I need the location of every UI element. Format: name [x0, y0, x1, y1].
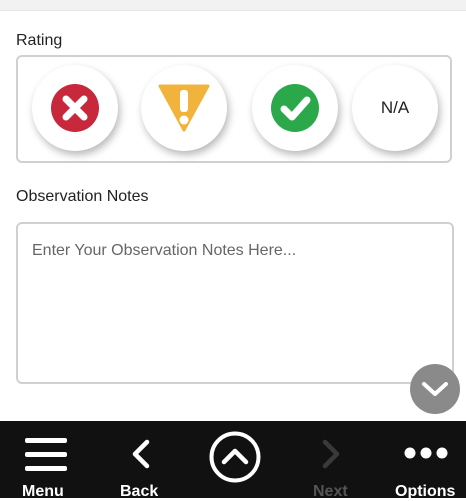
chevron-down-icon — [422, 382, 448, 396]
more-dots-icon — [404, 447, 448, 459]
notes-label: Observation Notes — [16, 188, 149, 205]
rating-na-label: N/A — [380, 98, 410, 117]
check-circle-icon — [271, 84, 319, 132]
rating-pass-button[interactable] — [252, 65, 338, 151]
warning-triangle-icon — [158, 84, 210, 132]
back-label: Back — [120, 483, 159, 500]
rating-na-button[interactable]: N/A — [352, 65, 438, 151]
top-strip — [0, 0, 466, 11]
options-label: Options — [395, 483, 456, 500]
menu-label: Menu — [22, 483, 64, 500]
chevron-left-icon — [132, 439, 150, 469]
menu-button[interactable]: Menu — [10, 421, 82, 500]
scroll-down-button[interactable] — [410, 364, 460, 414]
options-button[interactable]: Options — [390, 421, 464, 500]
next-label: Next — [313, 483, 348, 500]
rating-label: Rating — [16, 32, 63, 49]
rating-warning-button[interactable] — [141, 65, 227, 151]
hamburger-icon — [25, 438, 67, 471]
x-circle-icon — [51, 84, 99, 132]
rating-fail-button[interactable] — [32, 65, 118, 151]
chevron-right-icon — [322, 439, 340, 469]
home-button[interactable] — [206, 421, 264, 498]
rating-group: N/A — [16, 55, 452, 163]
observation-notes-input[interactable] — [16, 222, 454, 384]
next-button[interactable]: Next — [304, 421, 360, 500]
bottom-nav-bar: Menu Back Next Options — [0, 421, 466, 500]
chevron-up-circle-icon — [209, 431, 261, 483]
back-button[interactable]: Back — [110, 421, 170, 500]
